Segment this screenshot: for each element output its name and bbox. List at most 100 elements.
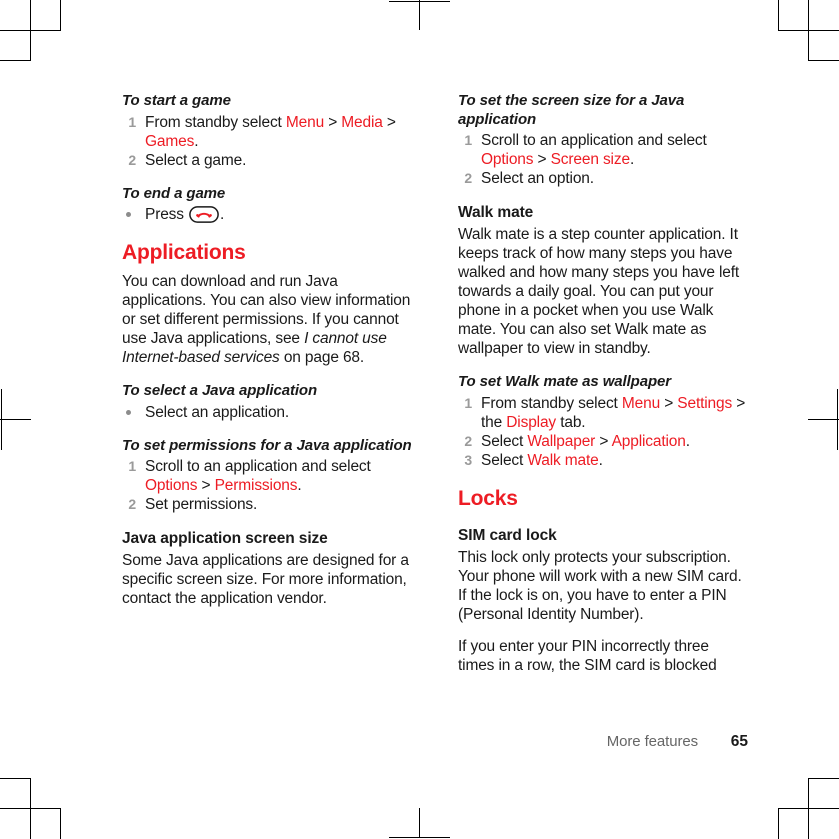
steps-end-game: Press . [122,205,412,224]
paragraph-walk-mate: Walk mate is a step counter application.… [458,225,748,358]
step-number: 3 [464,451,472,468]
paragraph-sim-card-lock-1: This lock only protects your subscriptio… [458,548,748,624]
procedure-title-select-java-application: To select a Java application [122,382,318,399]
ui-path-token: Menu [285,113,325,131]
text-run: > [595,432,612,450]
text-run: Scroll to an application and select [145,458,371,475]
text-run: Walk mate is a step counter application.… [458,226,740,357]
numbered-step: 1 Scroll to an application and select Opt… [458,131,748,169]
procedure-title-set-screen-size: To set the screen size for a Java applic… [458,92,685,128]
numbered-step: 2 Select Wallpaper > Application. [458,432,748,451]
bulleted-step: Press . [122,205,412,224]
text-run: . [297,477,302,494]
numbered-step: 1 From standby select Menu > Media > Game… [122,113,412,151]
text-run: From standby select [481,394,622,412]
heading-applications: Applications [122,241,246,264]
ui-path-token: Walk mate [527,451,599,469]
end-call-key-icon [189,206,219,223]
steps-walk-mate-wallpaper: 1 From standby select Menu > Settings > t… [458,394,748,470]
step-text: Select an option. [481,170,594,187]
procedure-title-start-game: To start a game [122,92,231,109]
steps-set-screen-size: 1 Scroll to an application and select Opt… [458,131,748,188]
bullet-icon [126,409,131,415]
heading-locks: Locks [458,486,518,510]
step-number: 2 [464,432,472,449]
footer-section-label: More features [606,733,698,750]
step-text: From standby select Menu > Media > Games… [145,114,396,150]
text-run: > [660,394,678,412]
procedure-title-set-permissions: To set permissions for a Java applicatio… [122,436,412,454]
bulleted-step: Select an application. [122,403,412,422]
numbered-step: 1 Scroll to an application and select Opt… [122,457,412,495]
step-number: 1 [464,394,472,411]
step-text: Scroll to an application and select Opti… [481,132,707,168]
heading-sim-card-lock: SIM card lock [458,526,557,544]
steps-start-game: 1 From standby select Menu > Media > Game… [122,113,412,170]
numbered-step: 1 From standby select Menu > Settings > t… [458,394,748,432]
procedure-title-walk-mate-wallpaper: To set Walk mate as wallpaper [458,373,672,390]
ui-path-token: Screen size [550,151,630,168]
numbered-step: 2 Select an option. [458,169,748,188]
page-footer: More features 65 [458,733,748,753]
step-text: Select a game. [145,152,246,169]
step-number: 2 [464,170,472,186]
manual-page: To start a game 1 From standby select Men… [0,0,839,839]
text-run: > [197,477,215,494]
step-text: Press . [145,206,224,223]
text-run: . [194,132,199,150]
step-text: Select an application. [145,404,289,421]
text-run: From standby select [145,113,286,131]
ui-path-token: Display [506,413,557,431]
ui-path-token: Permissions [214,477,298,494]
ui-path-token: Settings [677,394,733,412]
step-text: Set permissions. [145,496,257,513]
text-run: Set permissions. [145,496,258,513]
ui-path-token: Options [481,151,534,168]
footer-page-number: 65 [730,733,748,750]
ui-path-token: Wallpaper [527,432,596,450]
text-run: Select a game. [145,151,247,169]
steps-select-java-application: Select an application. [122,403,412,422]
paragraph-applications: You can download and run Java applicatio… [122,272,412,367]
numbered-step: 3 Select Walk mate. [458,451,748,470]
step-number: 2 [128,151,136,168]
text-run: Select [481,451,528,469]
text-run: . [629,151,635,168]
ui-path-token: Application [611,432,686,450]
step-text: Select Walk mate. [481,452,603,469]
heading-java-application-screen-size: Java application screen size [122,530,328,547]
numbered-step: 2 Set permissions. [122,495,412,514]
numbered-step: 2 Select a game. [122,151,412,170]
paragraph-sim-card-lock-2: If you enter your PIN incorrectly three … [458,637,748,675]
text-run: . [598,451,603,469]
text-run: Press [145,206,189,223]
text-run: > [382,113,396,131]
step-text: Select Wallpaper > Application. [481,433,690,450]
step-number: 1 [464,132,472,148]
text-run: Select an option. [481,170,594,187]
left-column: To start a game 1 From standby select Men… [122,92,412,608]
procedure-title-end-game: To end a game [122,184,226,202]
ui-path-token: Options [145,477,198,494]
right-column: To set the screen size for a Java applic… [458,92,748,675]
ui-path-token: Games [145,132,195,150]
step-number: 1 [128,458,136,474]
ui-path-token: Menu [621,394,661,412]
step-text: From standby select Menu > Settings > th… [481,395,745,431]
text-run: on page 68. [279,349,365,366]
heading-walk-mate: Walk mate [458,204,534,221]
text-run: Some Java applications are designed for … [122,552,409,607]
text-run: > [324,113,342,131]
step-text: Scroll to an application and select Opti… [145,458,371,494]
text-run: Scroll to an application and select [481,132,707,149]
text-run: tab. [556,413,586,431]
page-columns: To start a game 1 From standby select Men… [0,0,839,839]
text-run: This lock only protects your subscriptio… [458,548,742,623]
steps-set-permissions: 1 Scroll to an application and select Opt… [122,457,412,514]
step-number: 2 [128,496,136,512]
text-run: > [533,151,551,168]
text-run: . [220,206,225,223]
text-run: If you enter your PIN incorrectly three … [458,637,717,674]
bullet-icon [126,212,131,217]
step-number: 1 [128,113,136,130]
